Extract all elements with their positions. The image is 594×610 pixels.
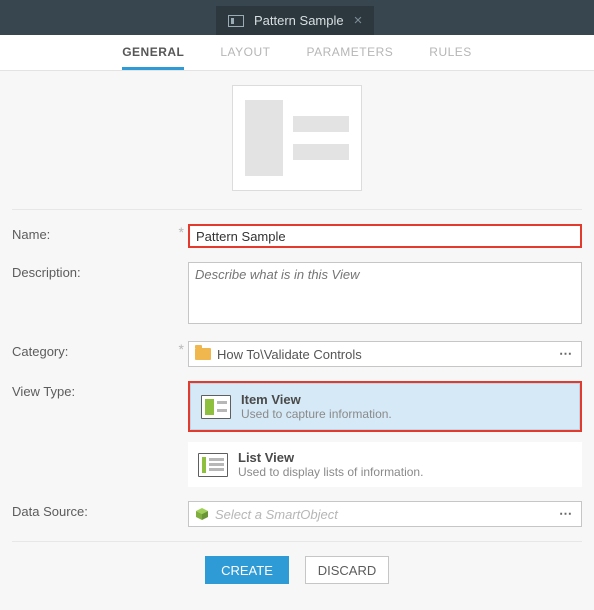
create-button[interactable]: CREATE [205, 556, 289, 584]
tab-general[interactable]: GENERAL [122, 45, 184, 70]
label-name: Name: [12, 224, 172, 242]
label-data-source: Data Source: [12, 501, 172, 519]
data-source-placeholder: Select a SmartObject [215, 507, 549, 522]
tab-parameters[interactable]: PARAMETERS [306, 45, 393, 70]
title-bar: Pattern Sample × [0, 6, 594, 35]
close-icon[interactable]: × [354, 12, 363, 29]
name-input[interactable] [188, 224, 582, 248]
category-picker[interactable]: How To\Validate Controls ⋯ [188, 341, 582, 367]
label-category: Category: [12, 341, 172, 359]
view-icon [228, 15, 244, 27]
data-source-picker[interactable]: Select a SmartObject ⋯ [188, 501, 582, 527]
required-icon: * [172, 224, 184, 240]
list-view-icon [198, 453, 228, 477]
view-thumbnail [232, 85, 362, 191]
smartobject-icon [195, 507, 209, 521]
label-view-type: View Type: [12, 381, 172, 399]
folder-icon [195, 348, 211, 360]
view-type-list[interactable]: List View Used to display lists of infor… [188, 442, 582, 487]
discard-button[interactable]: DISCARD [305, 556, 389, 584]
view-type-item[interactable]: Item View Used to capture information. [190, 383, 580, 430]
designer-tab[interactable]: Pattern Sample × [216, 6, 374, 35]
tab-layout[interactable]: LAYOUT [220, 45, 270, 70]
item-view-desc: Used to capture information. [241, 407, 392, 421]
list-view-title: List View [238, 450, 423, 465]
tab-rules[interactable]: RULES [429, 45, 472, 70]
ellipsis-icon[interactable]: ⋯ [555, 506, 577, 522]
required-icon: * [172, 341, 184, 357]
label-description: Description: [12, 262, 172, 280]
item-view-icon [201, 395, 231, 419]
list-view-desc: Used to display lists of information. [238, 465, 423, 479]
ellipsis-icon[interactable]: ⋯ [555, 346, 577, 362]
tab-title: Pattern Sample [254, 13, 344, 28]
wizard-nav: GENERAL LAYOUT PARAMETERS RULES [0, 35, 594, 71]
item-view-title: Item View [241, 392, 392, 407]
category-value: How To\Validate Controls [217, 347, 549, 362]
description-input[interactable] [188, 262, 582, 324]
